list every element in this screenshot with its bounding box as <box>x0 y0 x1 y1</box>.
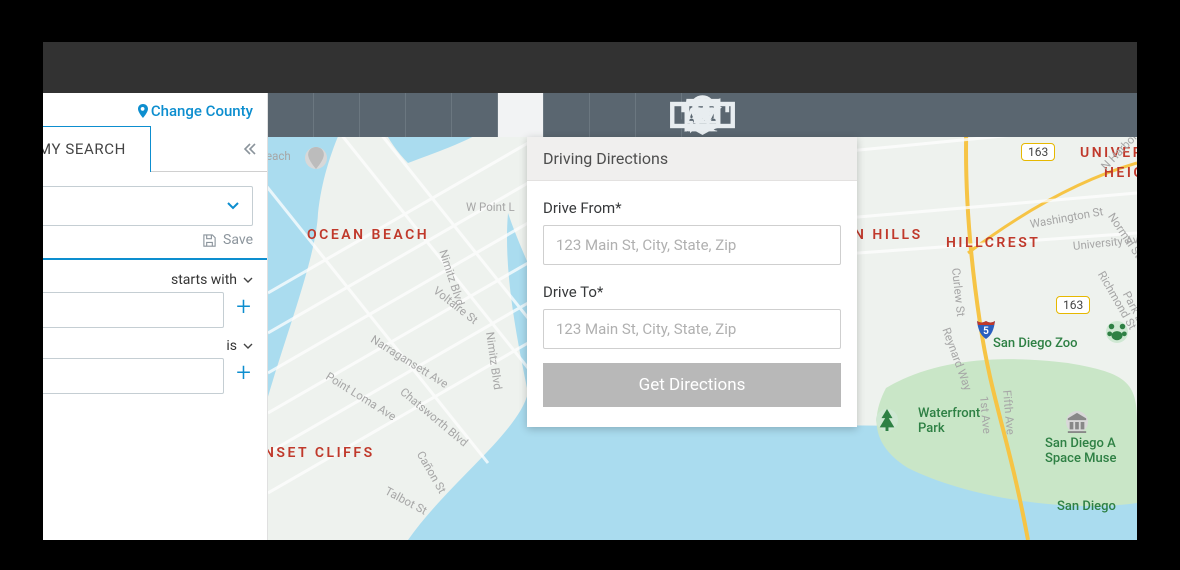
sidebar-main-select[interactable]: e <box>43 186 253 226</box>
change-county-link[interactable]: Change County <box>130 102 253 120</box>
collapse-sidebar-button[interactable] <box>233 126 267 172</box>
directions-panel: Driving Directions Drive From* Drive To*… <box>527 137 857 427</box>
ruler-tool[interactable] <box>636 93 682 137</box>
filter-operator-label: is <box>226 338 237 354</box>
filter-operator-0[interactable]: starts with <box>43 266 267 292</box>
search-sidebar: Change County MY SEARCH e Save <box>43 93 268 540</box>
chevron-down-icon <box>243 342 253 350</box>
add-filter-button-0[interactable]: + <box>234 294 253 326</box>
add-filter-button-1[interactable]: + <box>234 360 253 392</box>
drive-to-label: Drive To* <box>543 283 841 301</box>
map-toolbar <box>268 93 1137 137</box>
directions-panel-title: Driving Directions <box>527 137 857 181</box>
sidebar-tabs: MY SEARCH <box>43 126 267 172</box>
location-pin-icon <box>137 104 149 118</box>
drive-from-input[interactable] <box>543 225 841 265</box>
filter-operator-label: starts with <box>171 272 237 288</box>
drive-from-label: Drive From* <box>543 199 841 217</box>
chevron-double-left-icon <box>243 142 257 156</box>
filter-value-input-0[interactable] <box>43 292 224 328</box>
tab-my-search[interactable]: MY SEARCH <box>43 126 151 172</box>
filter-operator-1[interactable]: is <box>43 332 267 358</box>
get-directions-button[interactable]: Get Directions <box>543 363 841 407</box>
chevron-down-icon <box>226 201 240 211</box>
filter-value-input-1[interactable] <box>43 358 224 394</box>
map-canvas[interactable]: OCEAN BEACHNSET CLIFFSN HILLSHILLCRESTUN… <box>268 93 1137 540</box>
save-search-button[interactable]: Save <box>43 226 267 260</box>
app-title-bar <box>43 42 1137 93</box>
chevron-down-icon <box>243 276 253 284</box>
floppy-disk-icon <box>202 233 217 248</box>
drive-to-input[interactable] <box>543 309 841 349</box>
